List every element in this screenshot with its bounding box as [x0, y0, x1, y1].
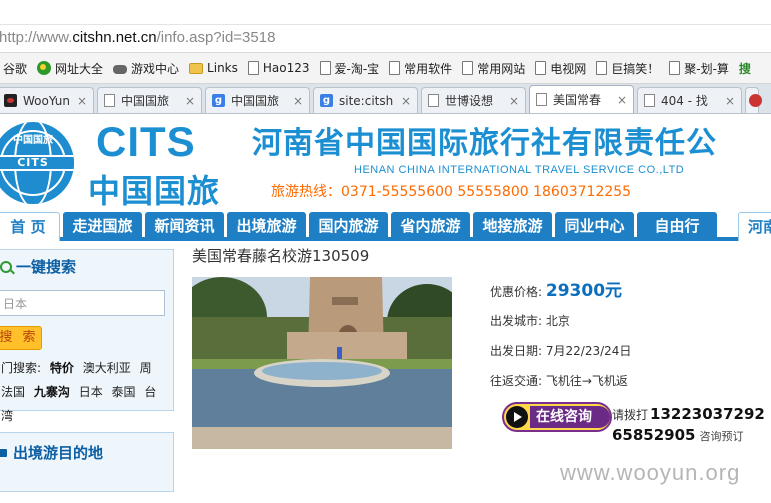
close-icon[interactable]: ×	[617, 93, 627, 107]
search-icon	[0, 260, 12, 273]
page-icon	[536, 93, 547, 106]
page-icon	[596, 61, 608, 75]
site-header: 中国国旅 CITS CITS 中国国旅 河南省中国国际旅行社有限责任公 HENA…	[0, 114, 771, 211]
bookmark-item[interactable]: 网址大全	[34, 57, 110, 79]
bookmark-item[interactable]: 谷歌	[0, 57, 34, 79]
transport-row: 往返交通: 飞机往→飞机返	[490, 374, 628, 388]
page-icon	[104, 94, 115, 107]
folder-icon	[189, 62, 204, 74]
browser-tab[interactable]: g 中国国旅 ×	[205, 87, 310, 113]
browser-titlebar	[0, 0, 771, 25]
browser-tab[interactable]: g site:citsh ×	[313, 87, 418, 113]
wooyun-icon	[4, 94, 17, 107]
page-icon	[389, 61, 401, 75]
logo-chinese: 中国国旅	[88, 172, 221, 210]
browser-tab[interactable]: 中国国旅 ×	[97, 87, 202, 113]
company-name-en: HENAN CHINA INTERNATIONAL TRAVEL SERVICE…	[354, 164, 685, 176]
main-content: 一键搜索 日本 搜 索 门搜索: 特价 澳大利亚 周 法国 九寨沟 日本 泰国 …	[0, 241, 771, 499]
city-row: 出发城市: 北京	[490, 314, 570, 328]
call-line: 请拨打 13223037292	[612, 405, 765, 423]
date-row: 出发日期: 7月22/23/24日	[490, 344, 632, 358]
url-text[interactable]: http://www.citshn.net.cn/info.asp?id=351…	[0, 29, 275, 46]
google-icon: g	[320, 94, 333, 107]
sidebar: 一键搜索 日本 搜 索 门搜索: 特价 澳大利亚 周 法国 九寨沟 日本 泰国 …	[0, 249, 174, 492]
close-icon[interactable]: ×	[401, 94, 411, 108]
nav-free-travel[interactable]: 自由行	[637, 212, 717, 241]
hot-term[interactable]: 泰国	[112, 385, 136, 399]
nav-news[interactable]: 新闻资讯	[145, 212, 224, 241]
bookmark-item[interactable]: 巨搞笑！	[593, 57, 666, 79]
tab-strip: WooYun × 中国国旅 × g 中国国旅 × g site:citsh × 世博设想 × …	[0, 84, 771, 114]
bookmark-folder[interactable]: Links	[186, 57, 245, 79]
cits-globe-logo[interactable]: 中国国旅 CITS	[0, 122, 74, 204]
price-row: 优惠价格: 29300元	[490, 281, 623, 301]
hot-term[interactable]: 特价	[50, 361, 74, 375]
bookmark-item[interactable]: 常用软件	[386, 57, 459, 79]
page-icon	[319, 61, 331, 75]
close-icon[interactable]: ×	[509, 94, 519, 108]
hotline: 旅游热线：0371-55555600 55555800 18603712255	[271, 184, 632, 200]
company-name-cn: 河南省中国国际旅行社有限责任公	[252, 126, 717, 161]
search-input[interactable]: 日本	[0, 290, 165, 316]
bookmark-item[interactable]: 爱-淘-宝	[317, 57, 387, 79]
call-line-2: 65852905 咨询预订	[612, 426, 744, 444]
play-icon	[506, 406, 528, 428]
nav-inbound[interactable]: 地接旅游	[473, 212, 552, 241]
page-icon	[535, 61, 547, 75]
google-icon: g	[212, 94, 225, 107]
price-value: 29300元	[545, 281, 623, 301]
product-title: 美国常春藤名校游130509	[192, 247, 370, 265]
product-photo	[192, 277, 452, 449]
nav-domestic[interactable]: 国内旅游	[309, 212, 388, 241]
nav-trade[interactable]: 同业中心	[555, 212, 634, 241]
nav-home[interactable]: 首 页	[0, 212, 60, 241]
bookmark-item[interactable]: 搜	[736, 57, 758, 79]
hot-term[interactable]: 九寨沟	[34, 385, 70, 399]
search-box: 一键搜索 日本 搜 索 门搜索: 特价 澳大利亚 周 法国 九寨沟 日本 泰国 …	[0, 249, 174, 423]
hot-term[interactable]: 法国	[1, 385, 25, 399]
close-icon[interactable]: ×	[293, 94, 303, 108]
product-detail: 美国常春藤名校游130509 优惠价格: 29300元 出发城市: 北京 出发日…	[192, 245, 771, 449]
bullet-icon	[0, 448, 7, 457]
close-icon[interactable]: ×	[185, 94, 195, 108]
weibo-icon	[749, 94, 762, 107]
nav-icon	[37, 61, 52, 75]
nav-province[interactable]: 省内旅游	[391, 212, 470, 241]
bookmark-item[interactable]: 常用网站	[459, 57, 532, 79]
page-icon	[428, 94, 439, 107]
bookmark-item[interactable]: 聚-划-算	[666, 57, 736, 79]
page-icon	[247, 61, 259, 75]
browser-tab[interactable]: 世博设想 ×	[421, 87, 526, 113]
nav-about[interactable]: 走进国旅	[63, 212, 142, 241]
hot-searches: 门搜索: 特价 澳大利亚 周 法国 九寨沟 日本 泰国 台湾	[1, 361, 157, 423]
main-nav: 首 页 走进国旅 新闻资讯 出境旅游 国内旅游 省内旅游 地接旅游 同业中心 自…	[0, 211, 771, 241]
search-button[interactable]: 搜 索	[0, 326, 42, 350]
hot-term[interactable]: 澳大利亚	[83, 361, 131, 375]
destination-box: 出境游目的地	[0, 432, 174, 492]
page-icon	[669, 61, 681, 75]
page-icon	[644, 94, 655, 107]
browser-tab-active[interactable]: 美国常春 ×	[529, 85, 634, 113]
address-bar[interactable]: http://www.citshn.net.cn/info.asp?id=351…	[0, 25, 771, 53]
search-title: 一键搜索	[0, 256, 76, 277]
browser-tab[interactable]: 404 - 找 ×	[637, 87, 742, 113]
browser-tab[interactable]: WooYun ×	[0, 87, 94, 113]
hot-term[interactable]: 周	[140, 361, 152, 375]
destination-title: 出境游目的地	[13, 444, 104, 462]
online-consult-button[interactable]: 在线咨询	[502, 402, 612, 432]
page-icon	[462, 61, 474, 75]
bookmark-item[interactable]: 电视网	[532, 57, 593, 79]
bookmark-item[interactable]: 游戏中心	[110, 57, 186, 79]
close-icon[interactable]: ×	[77, 94, 87, 108]
close-icon[interactable]: ×	[725, 94, 735, 108]
gamepad-icon	[113, 64, 128, 74]
hot-term[interactable]: 日本	[79, 385, 103, 399]
nav-henan[interactable]: 河南	[738, 212, 771, 241]
bookmarks-bar: 谷歌 网址大全 游戏中心 Links Hao123 爱-淘-宝 常用软件 常用网…	[0, 53, 771, 84]
browser-tab[interactable]	[745, 87, 762, 113]
product-info: 优惠价格: 29300元 出发城市: 北京 出发日期: 7月22/23/24日 …	[490, 276, 631, 396]
logo-english: CITS	[96, 118, 196, 165]
bookmark-item[interactable]: Hao123	[245, 57, 317, 79]
nav-outbound[interactable]: 出境旅游	[227, 212, 306, 241]
